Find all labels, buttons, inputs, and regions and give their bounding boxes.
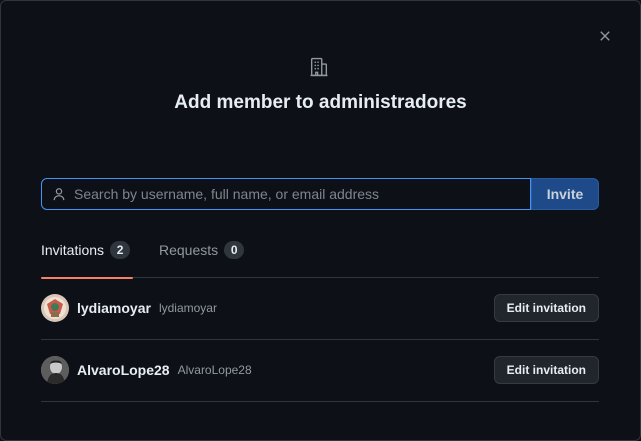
edit-invitation-button[interactable]: Edit invitation [493,294,599,322]
member-row: AlvaroLope28 AlvaroLope28 Edit invitatio… [41,339,599,402]
organization-icon [308,56,330,78]
close-button[interactable] [594,25,616,47]
person-icon [52,186,68,202]
add-member-dialog: Add member to administradores Invite Inv… [0,0,641,441]
tab-requests[interactable]: Requests 0 [159,237,245,278]
avatar[interactable] [41,356,69,384]
tab-invitations[interactable]: Invitations 2 [41,237,133,279]
member-name: lydiamoyar [158,301,217,315]
member-login[interactable]: lydiamoyar [77,300,151,316]
invite-search-row: Invite [41,178,599,210]
dialog-title: Add member to administradores [174,92,467,113]
invite-button[interactable]: Invite [531,178,599,210]
member-row: lydiamoyar lydiamoyar Edit invitation [41,277,599,340]
x-icon [600,31,610,41]
search-input[interactable] [74,181,530,207]
tab-requests-count: 0 [224,241,245,259]
edit-invitation-button[interactable]: Edit invitation [493,356,599,384]
invitation-tabs: Invitations 2 Requests 0 [41,237,599,279]
search-field[interactable] [41,178,531,210]
member-name: AlvaroLope28 [177,363,252,377]
tab-requests-label: Requests [159,242,219,258]
member-login[interactable]: AlvaroLope28 [77,362,170,378]
tab-invitations-count: 2 [110,241,131,259]
tab-invitations-label: Invitations [41,242,105,258]
avatar[interactable] [41,294,69,322]
